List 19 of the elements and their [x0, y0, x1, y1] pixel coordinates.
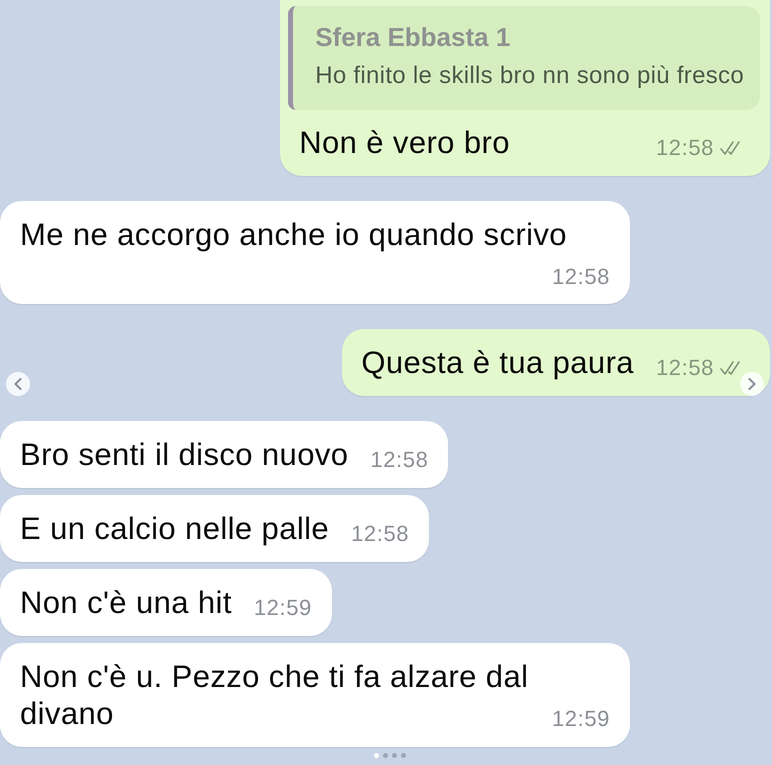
timestamp: 12:58	[370, 448, 428, 472]
message-text: Non è vero bro	[299, 125, 510, 160]
message-text: Non c'è una hit	[20, 585, 232, 620]
timestamp: 12:59	[254, 596, 312, 620]
timestamp: 12:58	[351, 522, 410, 546]
timestamp: 12:58	[552, 265, 610, 289]
timestamp: 12:58	[656, 136, 714, 160]
previous-button[interactable]	[6, 372, 30, 396]
timestamp: 12:58	[656, 356, 714, 380]
message-text: E un calcio nelle palle	[20, 511, 330, 546]
timestamp: 12:59	[552, 707, 610, 731]
message-text: Bro senti il disco nuovo	[20, 437, 348, 472]
message-text: Me ne accorgo anche io quando scrivo	[20, 217, 567, 252]
reply-sender: Sfera Ebbasta 1	[315, 22, 512, 53]
message-text: Non c'è u. Pezzo che ti fa alzare dal divano	[20, 659, 528, 731]
chevron-right-icon	[748, 378, 756, 390]
chevron-left-icon	[14, 378, 22, 390]
reply-text: Ho finito le skills bro nn sono più fresco	[315, 61, 744, 90]
message-text: Questa è tua paura	[361, 345, 634, 380]
